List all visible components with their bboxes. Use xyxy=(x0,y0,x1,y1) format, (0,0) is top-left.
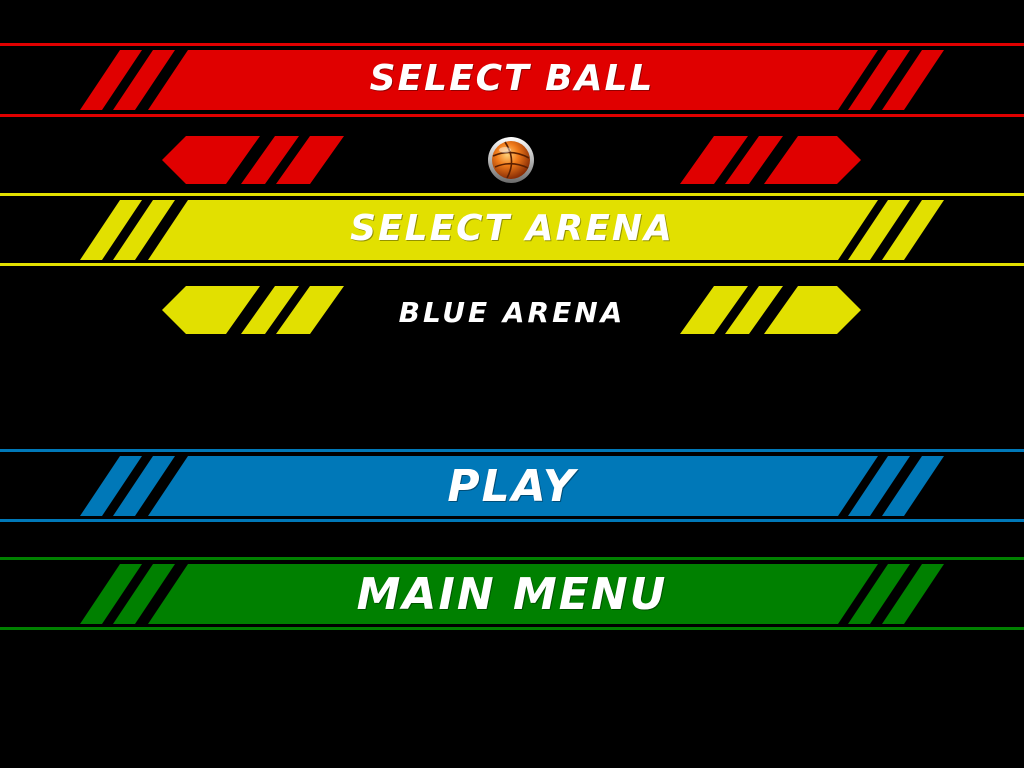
select-ball-label: SELECT BALL xyxy=(369,58,655,99)
main-menu-label: MAIN MENU xyxy=(356,569,668,620)
arena-select-screen: SELECT BALL SELECT ARENA BLUE ARENA PLAY… xyxy=(0,0,1024,768)
arena-next-arrow[interactable] xyxy=(677,285,862,335)
play-bottom-rule xyxy=(0,519,1024,522)
ball-next-arrow[interactable] xyxy=(677,135,862,185)
play-button[interactable]: PLAY xyxy=(0,454,1024,518)
select-arena-label: SELECT ARENA xyxy=(350,208,674,249)
play-label: PLAY xyxy=(447,461,577,512)
select-ball-top-rule xyxy=(0,43,1024,46)
arena-prev-arrow[interactable] xyxy=(162,285,347,335)
main-menu-bottom-rule xyxy=(0,627,1024,630)
select-ball-banner[interactable]: SELECT BALL xyxy=(0,48,1024,112)
ball-prev-arrow[interactable] xyxy=(162,135,347,185)
main-menu-button[interactable]: MAIN MENU xyxy=(0,562,1024,626)
select-arena-bottom-rule xyxy=(0,263,1024,266)
main-menu-top-rule xyxy=(0,557,1024,560)
arena-name-label: BLUE ARENA xyxy=(398,296,626,329)
select-ball-bottom-rule xyxy=(0,114,1024,117)
select-arena-banner[interactable]: SELECT ARENA xyxy=(0,198,1024,262)
play-top-rule xyxy=(0,449,1024,452)
basketball-icon[interactable] xyxy=(487,136,535,184)
select-arena-top-rule xyxy=(0,193,1024,196)
